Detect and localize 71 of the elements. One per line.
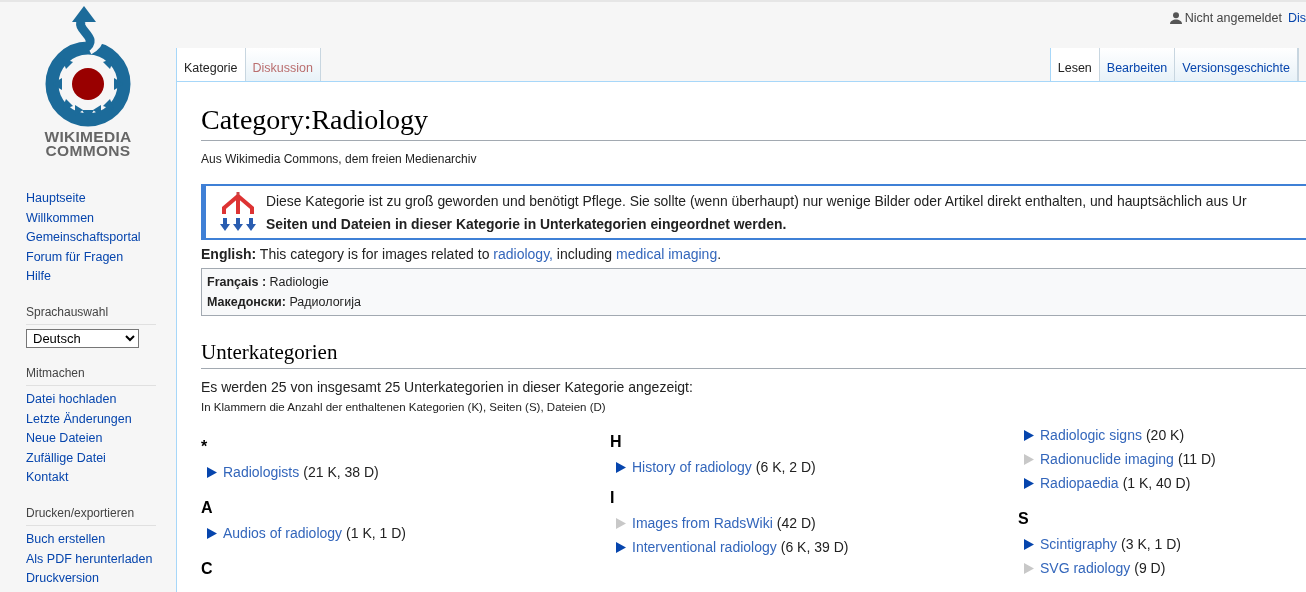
sidebar-link[interactable]: Zufällige Datei — [26, 448, 106, 469]
sidebar-link[interactable]: Letzte Änderungen — [26, 409, 132, 430]
sidebar-link[interactable]: Forum für Fragen — [26, 247, 124, 268]
expand-arrow-icon[interactable] — [1024, 477, 1034, 489]
subcategory-link[interactable]: History of radiology — [632, 459, 752, 475]
language-label: English: — [201, 246, 257, 262]
letter-heading: H — [610, 432, 623, 452]
letter-heading: I — [610, 488, 616, 508]
sidebar-link[interactable]: Hauptseite — [26, 189, 86, 209]
sidebar-link[interactable]: Hilfe — [26, 267, 51, 287]
expand-arrow-icon[interactable] — [1024, 429, 1034, 441]
expand-arrow-icon[interactable] — [616, 461, 626, 473]
subcategory-link[interactable]: SVG radiology — [1040, 560, 1131, 576]
sidebar-link[interactable]: Als PDF herunterladen — [26, 549, 153, 570]
count-label: (3 K, 1 D) — [1121, 536, 1181, 552]
count-label: (11 D) — [1177, 451, 1216, 467]
expand-arrow-icon[interactable] — [616, 541, 626, 553]
count-label: (9 D) — [1134, 560, 1166, 576]
subcategory-link[interactable]: Interventional radiology — [632, 539, 777, 555]
count-label: (6 K, 2 D) — [755, 459, 816, 475]
subcategory-link[interactable]: Audios of radiology — [223, 525, 343, 541]
language-select[interactable]: Deutsch — [26, 328, 139, 348]
expand-arrow-icon[interactable] — [207, 527, 217, 539]
language-label: Français : — [207, 275, 267, 289]
page-tab[interactable]: Lesen — [1049, 48, 1100, 82]
legend-text: In Klammern die Anzahl der enthaltenen Kategorien (K), Seiten (S), Dateien (D) — [201, 401, 607, 413]
logo-text: WIKIMEDIA COMMONS — [43, 130, 133, 158]
subcategory-link[interactable]: Scintigraphy — [1040, 536, 1118, 552]
count-label: (1 K, 40 D) — [1122, 475, 1191, 491]
sidebar-link[interactable]: Druckversion — [26, 569, 99, 589]
subcategory-link[interactable]: Radiopaedia — [1040, 475, 1119, 491]
page-tab[interactable]: Bearbeiten — [1099, 48, 1176, 82]
count-label: (42 D) — [776, 515, 816, 531]
radiology-link[interactable]: radiology, — [493, 246, 553, 262]
expand-arrow-icon[interactable] — [1024, 538, 1034, 550]
notice-text: Seiten und Dateien in dieser Kategorie in Unterkategorien eingeordnet werden. — [266, 215, 788, 232]
count-label: (20 K) — [1145, 427, 1185, 443]
letter-heading: C — [201, 559, 214, 579]
sidebar-link[interactable]: Neue Dateien — [26, 429, 103, 449]
page-title: Category:Radiology — [201, 104, 429, 136]
sidebar-link[interactable]: Kontakt — [26, 468, 69, 488]
site-subtitle: Aus Wikimedia Commons, dem freien Medienarchiv — [201, 152, 478, 166]
page-tab[interactable]: Diskussion — [245, 48, 321, 82]
translation-text: Radiologie — [269, 275, 329, 289]
count-label: (1 K, 1 D) — [346, 525, 406, 541]
translation-text: Радиологија — [289, 295, 361, 309]
sidebar-link[interactable]: Datei hochladen — [26, 389, 117, 410]
sidebar-link[interactable]: Willkommen — [26, 208, 95, 229]
description-text: This category is for images related to radiology, including medical imaging. — [258, 246, 722, 262]
letter-heading: A — [201, 498, 214, 518]
section-heading: Unterkategorien — [201, 340, 338, 365]
person-icon — [1169, 12, 1182, 24]
expand-arrow-icon[interactable] — [207, 466, 217, 478]
subcategory-link[interactable]: Radiologists — [223, 464, 300, 480]
user-status: Nicht angemeldet — [1169, 11, 1282, 25]
subcategory-link[interactable]: Images from RadsWiki — [632, 515, 773, 531]
sidebar-link[interactable]: Buch erstellen — [26, 529, 106, 550]
count-text: Es werden 25 von insgesamt 25 Unterkategorien in dieser Kategorie angezeigt: — [201, 379, 694, 395]
count-label: (21 K, 38 D) — [303, 464, 379, 480]
letter-heading: S — [1018, 509, 1030, 529]
discussion-link[interactable]: Dis — [1287, 11, 1306, 25]
language-label: Македонски: — [207, 295, 286, 309]
letter-heading: * — [201, 437, 209, 457]
page-tab[interactable]: Versionsgeschichte — [1175, 48, 1298, 82]
page-tab[interactable]: Kategorie — [176, 48, 246, 82]
notice-text: Diese Kategorie ist zu groß geworden und benötigt Pflege. Sie sollte (wenn überhaupt) nur wenige Bilder oder Artikel direkt enthalten, und hauptsächlich aus Ur — [266, 192, 1247, 209]
category-split-icon — [220, 192, 256, 232]
sidebar-link[interactable]: Gemeinschaftsportal — [26, 228, 141, 248]
subcategory-link[interactable]: Radiologic signs — [1040, 427, 1142, 443]
subcategory-link[interactable]: Radionuclide imaging — [1040, 451, 1174, 467]
count-label: (6 K, 39 D) — [780, 539, 849, 555]
